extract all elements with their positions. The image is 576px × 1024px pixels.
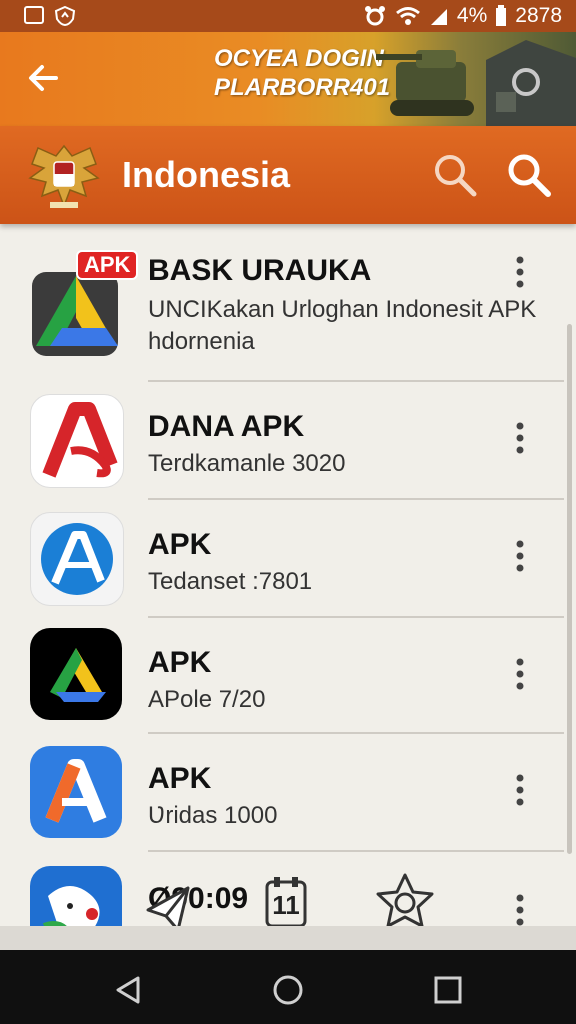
more-options-icon[interactable] bbox=[512, 772, 528, 808]
app-subtitle-2: hdornenia bbox=[148, 328, 255, 355]
alarm-icon bbox=[364, 6, 385, 26]
bottom-strip bbox=[0, 926, 576, 950]
banner-line-2: PLARBORR401 bbox=[214, 74, 391, 101]
bird-icon bbox=[30, 866, 122, 926]
drive-dark-icon bbox=[30, 628, 122, 720]
back-arrow-icon[interactable] bbox=[22, 56, 66, 100]
nav-back-icon[interactable] bbox=[108, 970, 148, 1010]
app-subtitle: UNCIKakan Urloghan Indonesit APK bbox=[148, 296, 537, 323]
page-title: Indonesia bbox=[122, 154, 291, 195]
divider bbox=[148, 616, 564, 618]
more-options-icon[interactable] bbox=[512, 892, 528, 926]
red-a-icon bbox=[30, 394, 124, 488]
nav-recents-icon[interactable] bbox=[428, 970, 468, 1010]
search-icon[interactable] bbox=[430, 150, 480, 200]
tank-artwork bbox=[376, 40, 576, 126]
blue-a-icon bbox=[30, 512, 124, 606]
app-subtitle: Ʋridas 1000 bbox=[148, 802, 278, 829]
signal-icon bbox=[430, 9, 447, 25]
search-icon-secondary[interactable] bbox=[504, 150, 554, 200]
app-title: BASK URAUKA bbox=[148, 254, 372, 287]
more-options-icon[interactable] bbox=[512, 254, 528, 290]
app-title: APK bbox=[148, 762, 212, 795]
gallery-icon bbox=[24, 6, 44, 24]
shield-icon bbox=[54, 6, 76, 26]
app-subtitle: Terdkamanle 3020 bbox=[148, 450, 346, 477]
app-subtitle: Tedanset :7801 bbox=[148, 568, 313, 595]
wifi-icon bbox=[395, 7, 420, 25]
divider bbox=[148, 850, 564, 852]
app-header: Indonesia bbox=[0, 126, 576, 224]
orange-a-icon bbox=[30, 746, 122, 838]
garuda-emblem-icon bbox=[28, 144, 100, 209]
app-list: APK BASK URAUKA UNCIKakan Urloghan Indon… bbox=[0, 224, 576, 926]
divider bbox=[148, 498, 564, 500]
divider bbox=[148, 732, 564, 734]
promo-banner[interactable]: OCYEA DOGIN PLARBORR401 bbox=[0, 32, 576, 126]
banner-line-1: OCYEA DOGIN bbox=[214, 45, 384, 72]
clock: 2878 bbox=[515, 4, 562, 27]
system-nav-bar bbox=[0, 950, 576, 1024]
more-options-icon[interactable] bbox=[512, 420, 528, 456]
apk-badge: APK bbox=[76, 250, 139, 280]
calendar-icon[interactable]: 11 bbox=[264, 876, 308, 928]
app-title: DANA APK bbox=[148, 410, 305, 443]
nav-home-icon[interactable] bbox=[268, 970, 308, 1010]
scrollbar[interactable] bbox=[567, 324, 572, 854]
battery-icon bbox=[496, 5, 507, 26]
calendar-number: 11 bbox=[272, 890, 300, 920]
banner-text: OCYEA DOGIN PLARBORR401 bbox=[214, 44, 390, 102]
app-title: APK bbox=[148, 528, 212, 561]
divider bbox=[148, 380, 564, 382]
battery-percent: 4% bbox=[456, 4, 488, 27]
app-title: APK bbox=[148, 646, 212, 679]
more-options-icon[interactable] bbox=[512, 538, 528, 574]
more-options-icon[interactable] bbox=[512, 656, 528, 692]
status-bar: 4% 2878 bbox=[0, 0, 576, 32]
app-subtitle: APolе 7/20 bbox=[148, 686, 266, 713]
star-settings-icon[interactable] bbox=[374, 872, 436, 930]
